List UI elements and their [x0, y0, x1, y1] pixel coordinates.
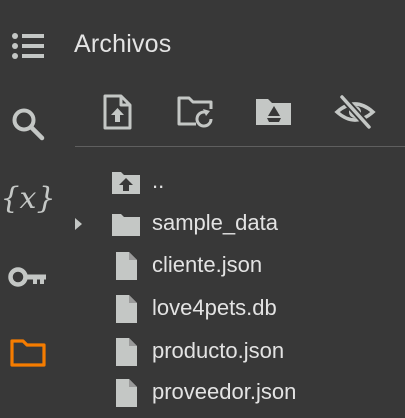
left-rail: {x} [0, 0, 58, 418]
variables-button[interactable]: {x} [0, 176, 55, 220]
search-button[interactable] [6, 102, 50, 146]
file-icon [116, 379, 137, 407]
secrets-button[interactable] [6, 255, 50, 299]
parent-folder-icon [112, 172, 140, 194]
file-icon [116, 252, 137, 280]
file-icon [116, 338, 137, 366]
mount-drive-button[interactable] [252, 90, 296, 134]
upload-file-icon [103, 94, 132, 130]
upload-file-button[interactable] [95, 90, 139, 134]
file-name: sample_data [152, 210, 278, 235]
hide-hidden-files-icon [334, 94, 376, 130]
file-name: .. [152, 168, 165, 193]
refresh-folder-icon [177, 96, 213, 128]
file-row-parent[interactable]: .. [70, 162, 405, 202]
files-button[interactable] [6, 331, 50, 375]
file-row[interactable]: proveedor.json [70, 373, 405, 413]
search-icon [12, 108, 45, 141]
key-icon [8, 267, 46, 287]
folder-icon [112, 214, 140, 236]
file-row-folder[interactable]: sample_data [70, 204, 405, 244]
file-name: producto.json [152, 338, 285, 363]
table-of-contents-icon [12, 33, 44, 59]
file-name: cliente.json [152, 252, 263, 277]
file-row[interactable]: cliente.json [70, 246, 405, 286]
panel-title: Archivos [74, 30, 172, 58]
folder-icon [10, 339, 46, 367]
file-name: love4pets.db [152, 295, 277, 320]
toolbar-divider [75, 146, 405, 147]
toggle-hidden-files-button[interactable] [333, 90, 377, 134]
drive-folder-icon [256, 99, 291, 125]
file-icon [116, 295, 137, 323]
table-of-contents-button[interactable] [6, 24, 50, 68]
file-row[interactable]: producto.json [70, 332, 405, 372]
variables-icon: {x} [0, 180, 56, 216]
file-name: proveedor.json [152, 379, 297, 404]
refresh-button[interactable] [174, 90, 218, 134]
file-row[interactable]: love4pets.db [70, 289, 405, 329]
expand-caret-icon[interactable] [75, 218, 82, 230]
files-sidebar: {x} Archivos .. sample_data cliente.json… [0, 0, 405, 418]
